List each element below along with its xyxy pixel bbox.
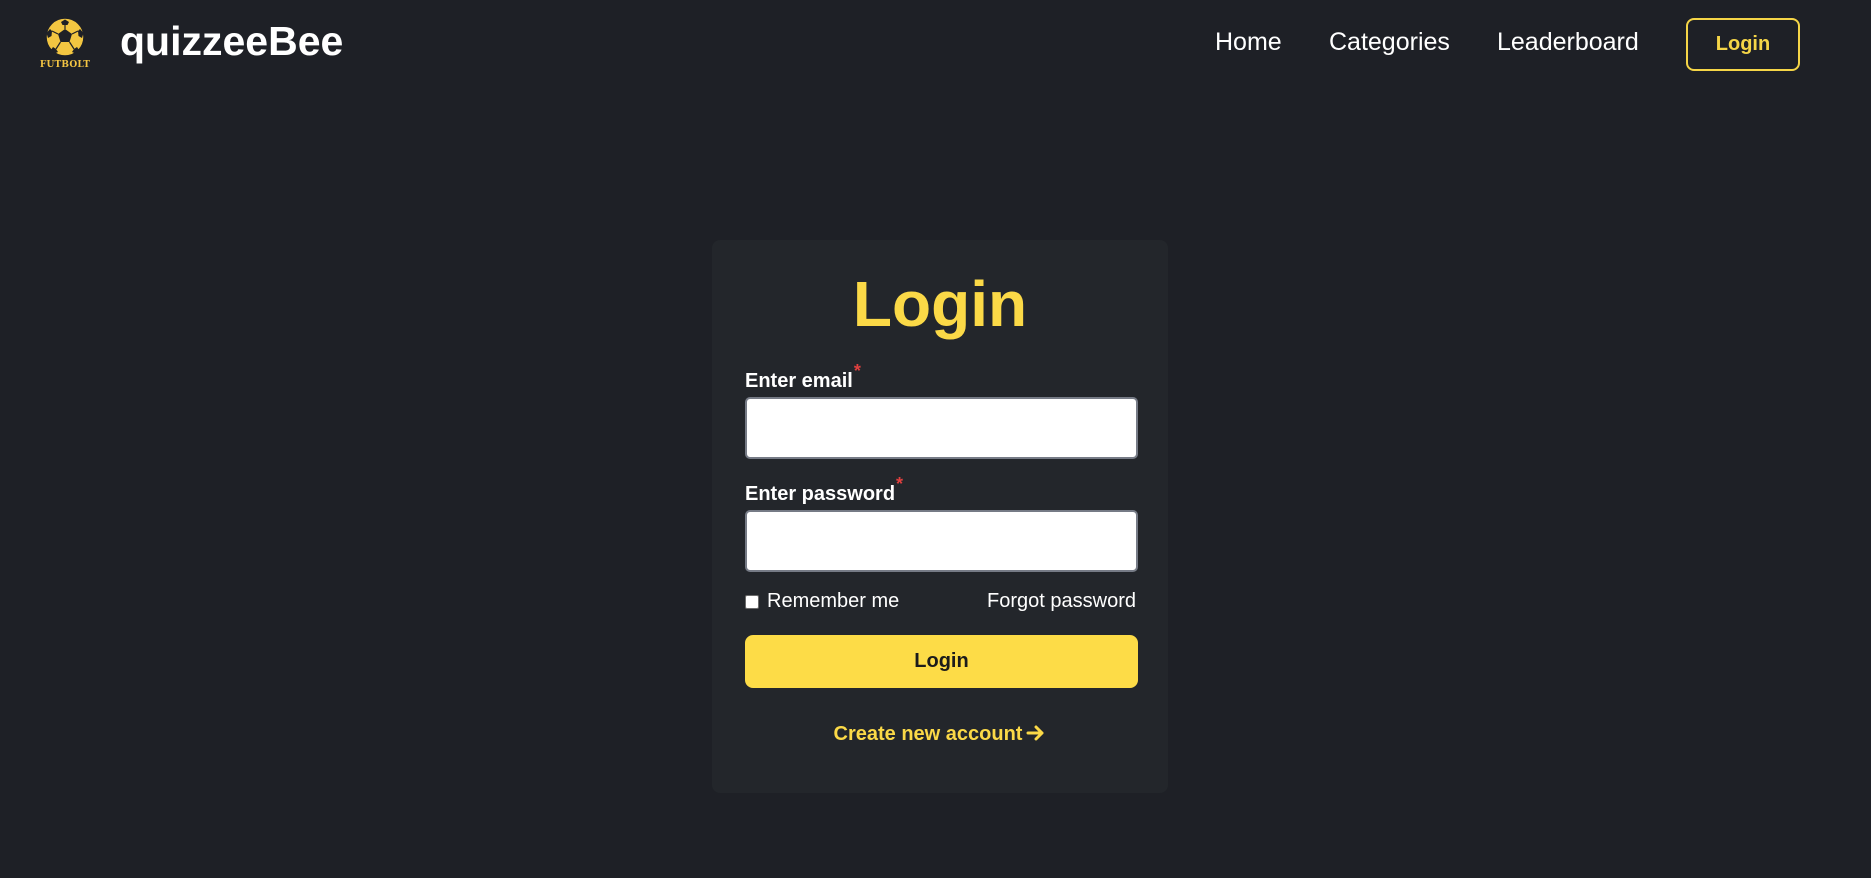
navbar: FUTBOLT quizzeeBee Home Categories Leade… — [0, 0, 1871, 88]
arrow-right-icon — [1026, 723, 1046, 746]
remember-me-checkbox[interactable] — [745, 594, 759, 609]
forgot-password-link[interactable]: Forgot password — [987, 590, 1136, 613]
password-input[interactable] — [745, 510, 1138, 572]
email-label-text: Enter email — [745, 370, 853, 392]
soccer-ball-icon — [45, 17, 85, 57]
login-card: Login Enter email* Enter password* Remem… — [712, 240, 1168, 793]
password-label-text: Enter password — [745, 483, 896, 505]
remember-me[interactable]: Remember me — [745, 590, 899, 613]
email-input[interactable] — [745, 397, 1138, 459]
nav-login-button[interactable]: Login — [1686, 18, 1800, 71]
logo-caption: FUTBOLT — [39, 60, 91, 70]
login-title: Login — [852, 268, 1028, 340]
required-marker: * — [896, 474, 904, 494]
create-account-label[interactable]: Create new account — [834, 723, 1023, 745]
logo[interactable]: FUTBOLT — [36, 16, 94, 74]
brand[interactable]: FUTBOLT — [36, 16, 94, 74]
nav-leaderboard-link[interactable]: Leaderboard — [1497, 28, 1639, 57]
email-label: Enter email* — [745, 361, 861, 393]
create-account-link[interactable]: Create new account — [712, 723, 1168, 746]
required-marker: * — [853, 361, 861, 381]
password-label: Enter password* — [745, 474, 903, 506]
remember-me-label[interactable]: Remember me — [767, 590, 899, 613]
nav-categories-link[interactable]: Categories — [1329, 28, 1450, 57]
site-name[interactable]: quizzeeBee — [120, 18, 343, 65]
login-submit-button[interactable]: Login — [745, 635, 1138, 688]
nav-home-link[interactable]: Home — [1215, 28, 1282, 57]
